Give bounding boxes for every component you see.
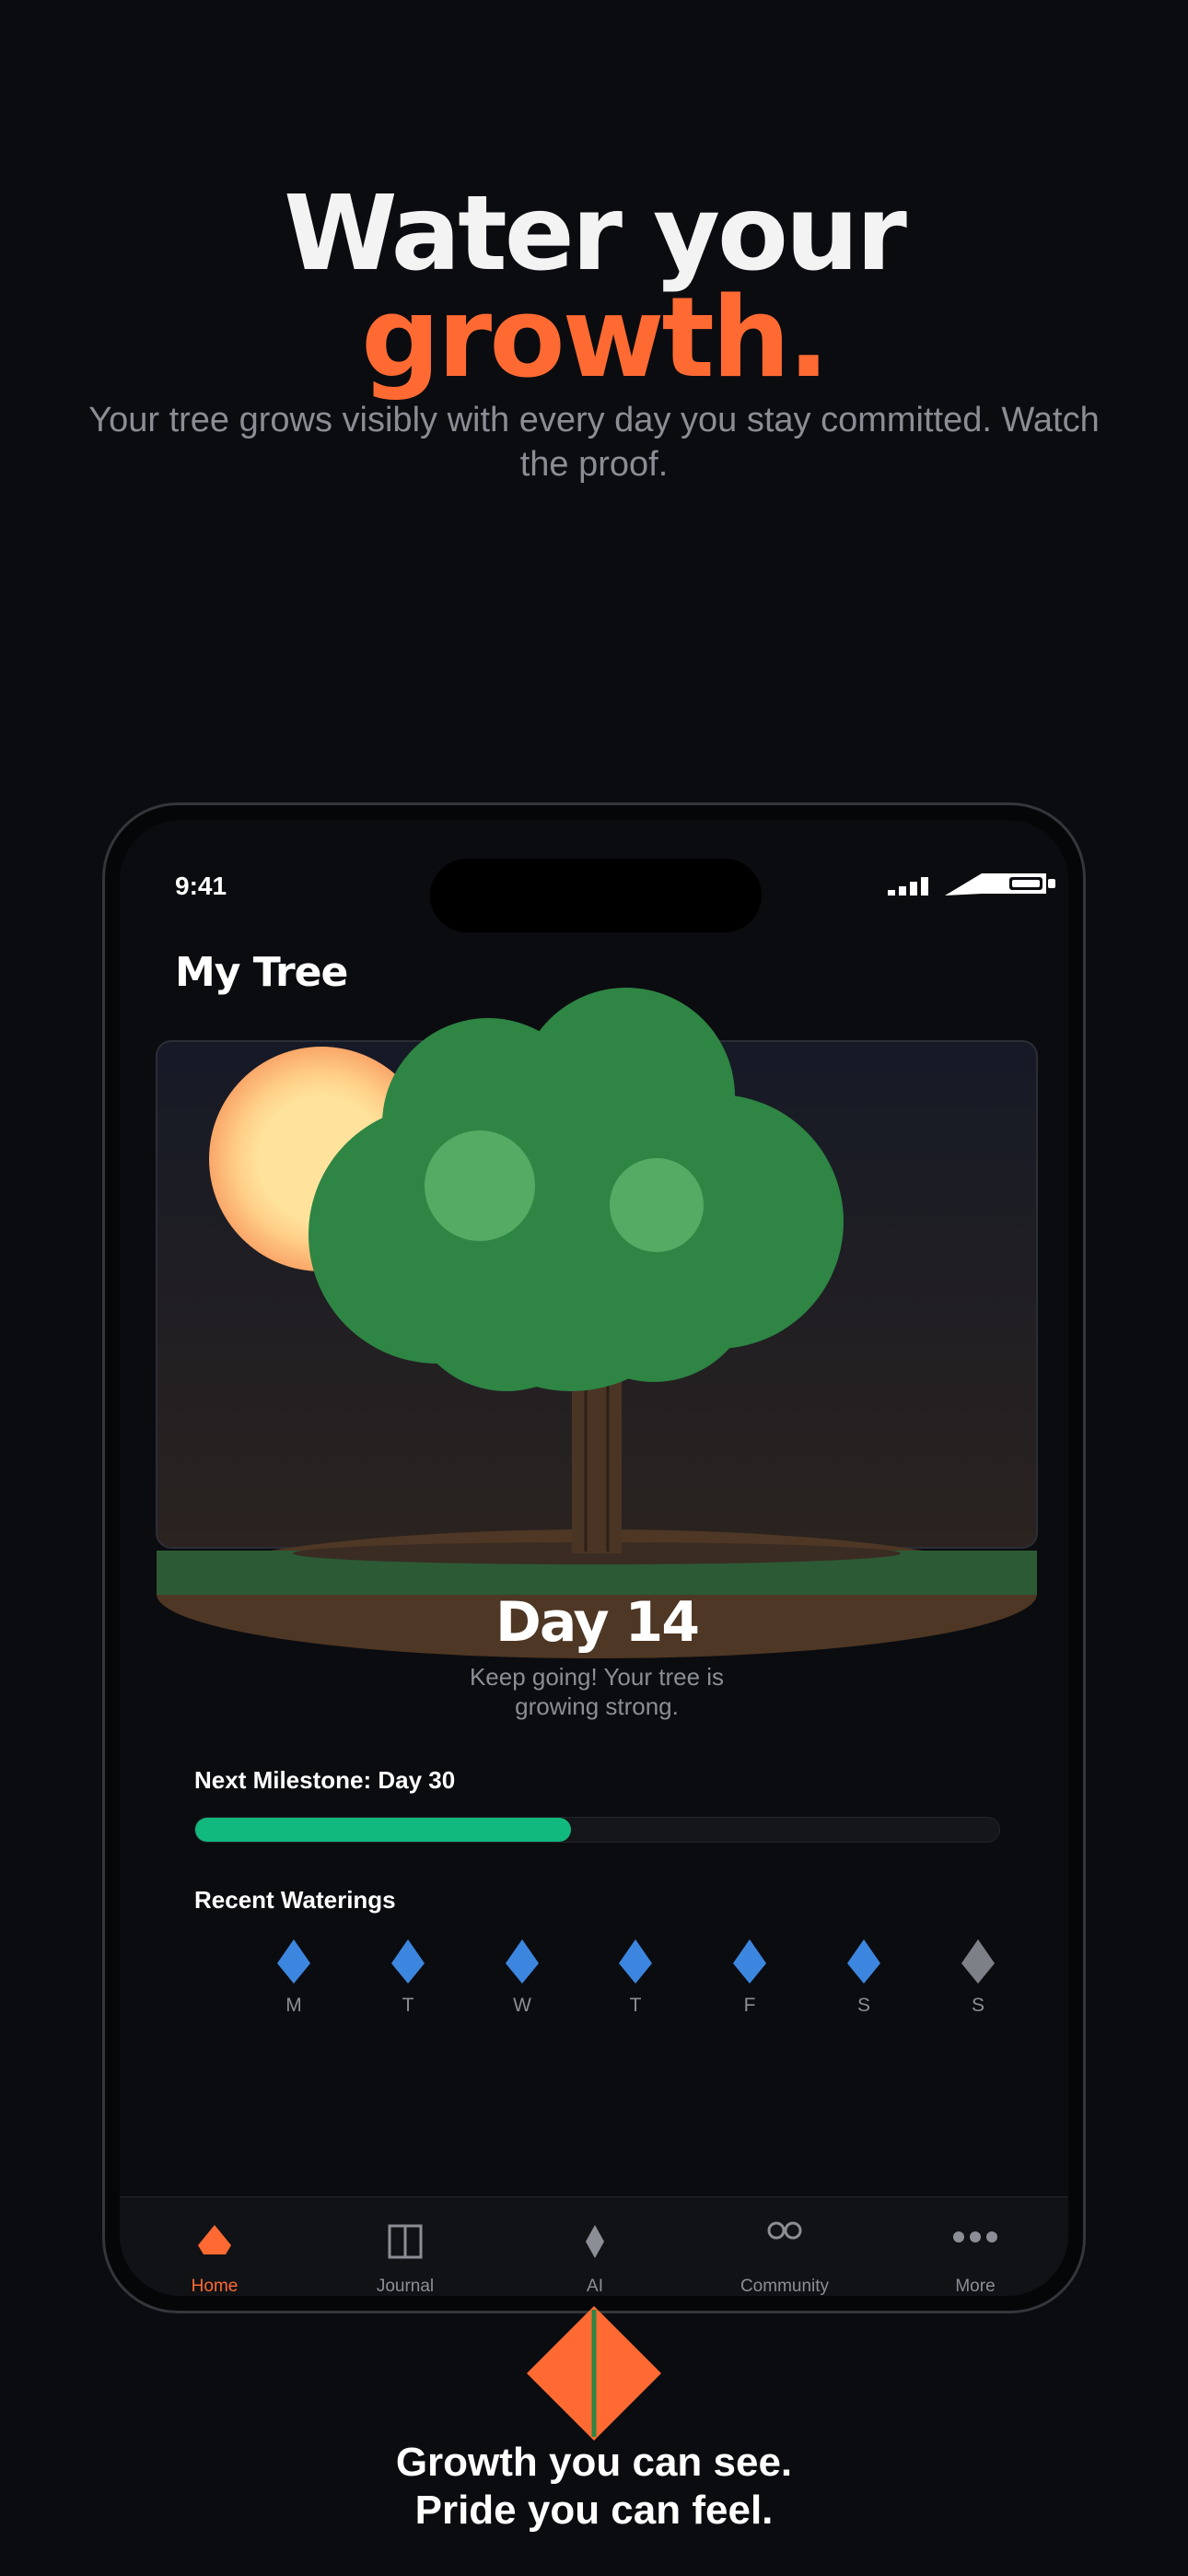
recent-waterings-label: Recent Waterings: [194, 1886, 396, 1914]
tab-label: AI: [587, 2277, 603, 2296]
empty-drop-icon: [961, 1939, 995, 1984]
tree-trunk: [572, 1373, 622, 1553]
watering-day: T: [599, 1939, 672, 2017]
watering-day: S: [827, 1939, 901, 2017]
app-screen: 9:41 My Tree Day 14 Keep going! Your tre…: [120, 820, 1068, 2296]
tagline: Growth you can see. Pride you can feel.: [0, 2439, 1188, 2535]
watering-day: W: [485, 1939, 559, 2017]
milestone-progress-fill: [195, 1818, 571, 1842]
water-drop-icon: [733, 1939, 766, 1984]
watering-day-letter: T: [402, 1995, 414, 2016]
watering-day-letter: M: [285, 1995, 302, 2016]
tab-home[interactable]: Home: [141, 2197, 288, 2296]
tab-bar: Home Journal AI Community More: [120, 2196, 1068, 2296]
water-drop-icon: [391, 1939, 425, 1984]
watering-day-letter: S: [856, 1995, 870, 2016]
tab-label: Community: [740, 2277, 830, 2296]
hero-title-line2: growth.: [361, 275, 830, 403]
phone-frame: 9:41 My Tree Day 14 Keep going! Your tre…: [102, 802, 1086, 2313]
book-icon: [388, 2224, 423, 2259]
tab-label: More: [955, 2277, 996, 2296]
tab-more[interactable]: More: [902, 2197, 1049, 2296]
more-dots-icon: [953, 2231, 997, 2242]
watering-day: M: [257, 1939, 331, 2017]
milestone-label: Next Milestone: Day 30: [194, 1766, 456, 1794]
day-counter: Day 14: [495, 1590, 700, 1655]
watering-day-letter: W: [513, 1995, 531, 2016]
drop-icon: [198, 2225, 231, 2254]
tab-journal[interactable]: Journal: [332, 2197, 479, 2296]
watering-day: T: [371, 1939, 445, 2017]
hero-title-line1: Water your: [284, 174, 907, 294]
waterings-row: MTWTFSS: [194, 1939, 1000, 2022]
infinity-icon: [767, 2221, 802, 2240]
water-drop-icon: [847, 1939, 880, 1984]
water-drop-icon: [277, 1939, 310, 1984]
watering-day-letter: F: [743, 1995, 756, 2016]
watering-day: S: [941, 1939, 1015, 2017]
watering-day-letter: S: [971, 1995, 984, 2016]
watering-day-letter: T: [629, 1995, 642, 2016]
hero-subtitle: Your tree grows visibly with every day y…: [88, 401, 1100, 484]
tab-ai[interactable]: AI: [521, 2197, 669, 2296]
tab-label: Home: [191, 2277, 239, 2296]
diamond-icon: [586, 2225, 604, 2258]
water-drop-icon: [619, 1939, 652, 1984]
canopy-highlight: [610, 1158, 704, 1252]
water-drop-icon: [506, 1939, 539, 1984]
encouragement-text: Keep going! Your tree is growing strong.: [469, 1663, 725, 1720]
tab-community[interactable]: Community: [711, 2197, 858, 2296]
app-logo: [527, 2306, 661, 2441]
canopy-highlight: [425, 1130, 535, 1241]
milestone-progress-bar: [194, 1817, 1000, 1843]
tagline-line2: Pride you can feel.: [414, 2488, 774, 2533]
tagline-line1: Growth you can see.: [395, 2440, 793, 2485]
tab-label: Journal: [376, 2277, 435, 2296]
watering-day: F: [713, 1939, 786, 2017]
